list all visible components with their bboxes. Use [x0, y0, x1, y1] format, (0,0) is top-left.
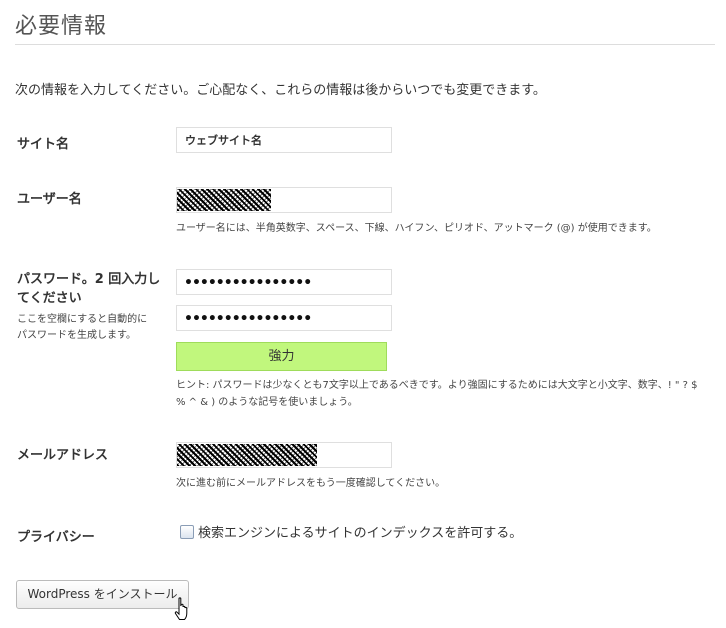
password-hint: ヒント: パスワードは少なくとも7文字以上であるべきです。より強固にするためには… — [176, 377, 698, 411]
password-hint-line2: % ^ & ) のような記号を使いましょう。 — [176, 397, 358, 408]
username-input[interactable] — [176, 187, 392, 213]
intro-text: 次の情報を入力してください。ご心配なく、これらの情報は後からいつでも変更できます… — [15, 83, 546, 98]
privacy-checkbox-label[interactable]: 検索エンジンによるサイトのインデックスを許可する。 — [198, 522, 522, 541]
hand-cursor-icon — [174, 597, 188, 620]
username-label: ユーザー名 — [17, 192, 82, 207]
install-button[interactable]: WordPress をインストール — [16, 580, 189, 609]
site-name-input[interactable] — [176, 127, 392, 153]
email-input[interactable] — [176, 442, 392, 468]
email-redacted-value — [177, 444, 317, 466]
email-label: メールアドレス — [17, 448, 109, 463]
page-title: 必要情報 — [15, 14, 108, 39]
password-label-line2: てください — [17, 291, 82, 306]
privacy-checkbox[interactable] — [180, 525, 194, 539]
privacy-label: プライバシー — [17, 530, 95, 545]
password-label: パスワード。2 回入力し てください — [17, 270, 160, 308]
username-hint: ユーザー名には、半角英数字、スペース、下線、ハイフン、ピリオド、アットマーク (… — [176, 223, 657, 234]
password-subtext-line2: パスワードを生成します。 — [17, 330, 136, 341]
password-hint-line1: ヒント: パスワードは少なくとも7文字以上であるべきです。より強固にするためには… — [176, 380, 698, 391]
password-subtext-line1: ここを空欄にすると自動的に — [17, 314, 148, 325]
email-hint: 次に進む前にメールアドレスをもう一度確認してください。 — [176, 478, 446, 489]
username-redacted-value — [177, 189, 271, 211]
password-input-2-value: •••••••••••••••• — [184, 311, 312, 327]
password-subtext: ここを空欄にすると自動的に パスワードを生成します。 — [17, 312, 147, 344]
password-input-1-value: •••••••••••••••• — [184, 275, 312, 291]
site-name-label: サイト名 — [17, 137, 70, 152]
title-divider — [15, 44, 715, 45]
password-strength-indicator: 強力 — [176, 342, 387, 371]
password-label-line1: パスワード。2 回入力し — [17, 272, 161, 287]
